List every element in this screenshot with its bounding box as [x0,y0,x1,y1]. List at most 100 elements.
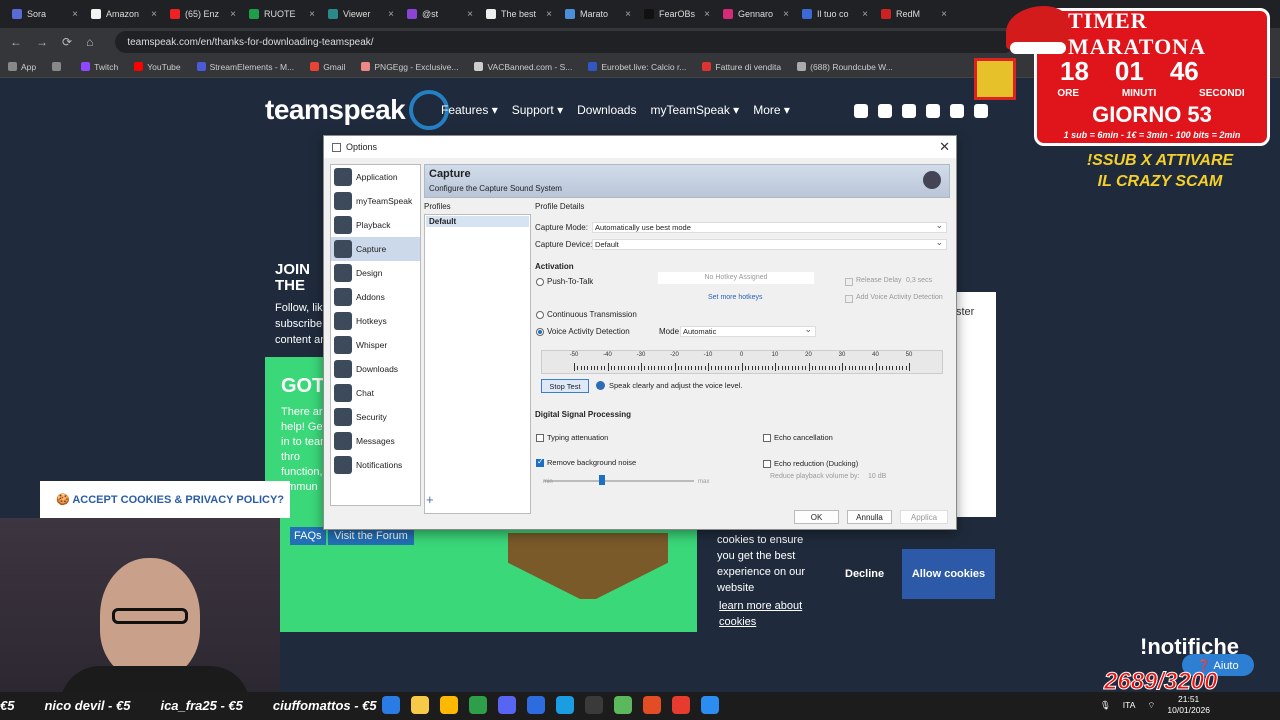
profile-item[interactable]: Default [426,216,529,227]
site-nav-item[interactable]: Downloads [577,103,636,117]
options-nav-item[interactable]: Notifications [331,453,420,477]
tab-close-icon[interactable]: × [467,9,473,20]
faq-button[interactable]: FAQs [290,527,326,545]
push-to-talk-radio[interactable] [536,278,544,286]
tab-close-icon[interactable]: × [783,9,789,20]
bookmark-item[interactable]: YouTube [134,62,181,72]
browser-tab[interactable]: Il tuo co × [796,3,874,25]
options-nav-item[interactable]: Capture [331,237,420,261]
options-nav-item[interactable]: Design [331,261,420,285]
taskbar-app-icon[interactable] [382,696,400,714]
browser-tab[interactable]: Viewer × [322,3,400,25]
language-indicator[interactable]: ITA [1123,700,1136,710]
bookmark-item[interactable]: Twitch [81,62,118,72]
add-profile-icon[interactable]: + [426,492,434,507]
stop-test-button[interactable]: Stop Test [541,379,589,393]
mic-tray-icon[interactable]: 🎙 [1100,700,1111,711]
bookmark-item[interactable]: Eurobet.live: Calcio r... [588,62,686,72]
noise-slider-track[interactable] [544,480,694,482]
tab-close-icon[interactable]: × [388,9,394,20]
tab-close-icon[interactable]: × [309,9,315,20]
taskbar-app-icon[interactable] [643,696,661,714]
options-nav-item[interactable]: Messages [331,429,420,453]
browser-tab[interactable]: The best × [480,3,558,25]
taskbar-app-icon[interactable] [498,696,516,714]
twitch-icon[interactable] [878,104,892,118]
echo-reduction-checkbox[interactable] [763,460,771,468]
browser-tab[interactable]: Amazon × [85,3,163,25]
cookie-link[interactable]: learn more about cookies [719,598,819,630]
forward-icon[interactable]: → [36,35,48,49]
site-nav-item[interactable]: More ▾ [753,103,790,117]
browser-tab[interactable]: @st × [401,3,479,25]
taskbar-app-icon[interactable] [469,696,487,714]
taskbar-app-icon[interactable] [701,696,719,714]
tab-close-icon[interactable]: × [941,9,947,20]
site-nav-item[interactable]: Features ▾ [441,103,498,117]
capture-device-select[interactable]: Default [592,237,947,250]
taskbar-app-icon[interactable] [585,696,603,714]
options-nav-item[interactable]: Application [331,165,420,189]
options-nav-item[interactable]: Playback [331,213,420,237]
echo-cancel-checkbox[interactable] [763,434,771,442]
capture-mode-select[interactable]: Automatically use best mode [592,220,947,233]
tab-close-icon[interactable]: × [625,9,631,20]
vad-radio[interactable] [536,328,544,336]
reduce-playback-value[interactable]: 10 dB [868,473,886,480]
tab-close-icon[interactable]: × [862,9,868,20]
allow-cookies-button[interactable]: Allow cookies [902,549,995,599]
tab-close-icon[interactable]: × [546,9,552,20]
continuous-radio[interactable] [536,311,544,319]
options-nav-item[interactable]: Chat [331,381,420,405]
bookmark-item[interactable]: StreamElements - M... [196,62,294,72]
noise-slider-handle[interactable] [599,475,605,485]
bookmark-item[interactable]: Fatture di vendita [702,62,781,72]
set-hotkeys-link[interactable]: Set more hotkeys [708,294,762,301]
mode-select[interactable]: Automatic [680,324,816,337]
browser-tab[interactable]: RedM × [875,3,953,25]
browser-tab[interactable]: Gennaro × [717,3,795,25]
close-icon[interactable]: ✕ [939,139,950,155]
accept-cookies-banner[interactable]: 🍪 ACCEPT COOKIES & PRIVACY POLICY? [40,481,290,518]
add-vad-checkbox[interactable] [845,295,853,303]
taskbar-app-icon[interactable] [527,696,545,714]
taskbar-app-icon[interactable] [440,696,458,714]
reload-icon[interactable]: ⟳ [62,35,72,49]
typing-attenuation-checkbox[interactable] [536,434,544,442]
hotkey-field[interactable]: No Hotkey Assigned [658,272,814,284]
site-nav-item[interactable]: myTeamSpeak ▾ [650,103,739,117]
decline-button[interactable]: Decline [845,568,884,580]
tab-close-icon[interactable]: × [704,9,710,20]
tab-close-icon[interactable]: × [72,9,78,20]
ok-button[interactable]: OK [794,510,839,524]
browser-tab[interactable]: Sora × [6,3,84,25]
taskbar-app-icon[interactable] [614,696,632,714]
twitter-icon[interactable] [926,104,940,118]
bookmark-item[interactable]: App [8,62,36,72]
tab-close-icon[interactable]: × [230,9,236,20]
clock[interactable]: 21:51 10/01/2026 [1167,694,1210,716]
options-nav-item[interactable]: Hotkeys [331,309,420,333]
remove-noise-checkbox[interactable] [536,457,544,467]
options-nav-item[interactable]: Whisper [331,333,420,357]
taskbar-app-icon[interactable] [556,696,574,714]
facebook-icon[interactable] [902,104,916,118]
browser-tab[interactable]: RUOTE × [243,3,321,25]
browser-tab[interactable]: Marato × [559,3,637,25]
instagram-icon[interactable] [950,104,964,118]
taskbar-app-icon[interactable] [672,696,690,714]
bookmark-item[interactable]: Gmail [310,62,345,72]
taskbar-app-icon[interactable] [411,696,429,714]
url-field[interactable]: teamspeak.com/en/thanks-for-downloading-… [115,31,1016,53]
release-delay-value[interactable]: 0,3 secs [906,277,932,284]
site-nav-item[interactable]: Support ▾ [512,103,563,117]
bookmark-item[interactable]: (688) Roundcube W... [797,62,893,72]
tab-close-icon[interactable]: × [151,9,157,20]
wifi-icon[interactable]: ⌔ [1147,700,1155,711]
options-nav-item[interactable]: Downloads [331,357,420,381]
voice-level-meter[interactable]: -50 -40 -30 -20 -10 0 10 20 30 40 50 [541,350,943,374]
options-nav-item[interactable]: myTeamSpeak [331,189,420,213]
youtube-icon[interactable] [974,104,988,118]
browser-tab[interactable]: FearOBs × [638,3,716,25]
options-nav-item[interactable]: Addons [331,285,420,309]
